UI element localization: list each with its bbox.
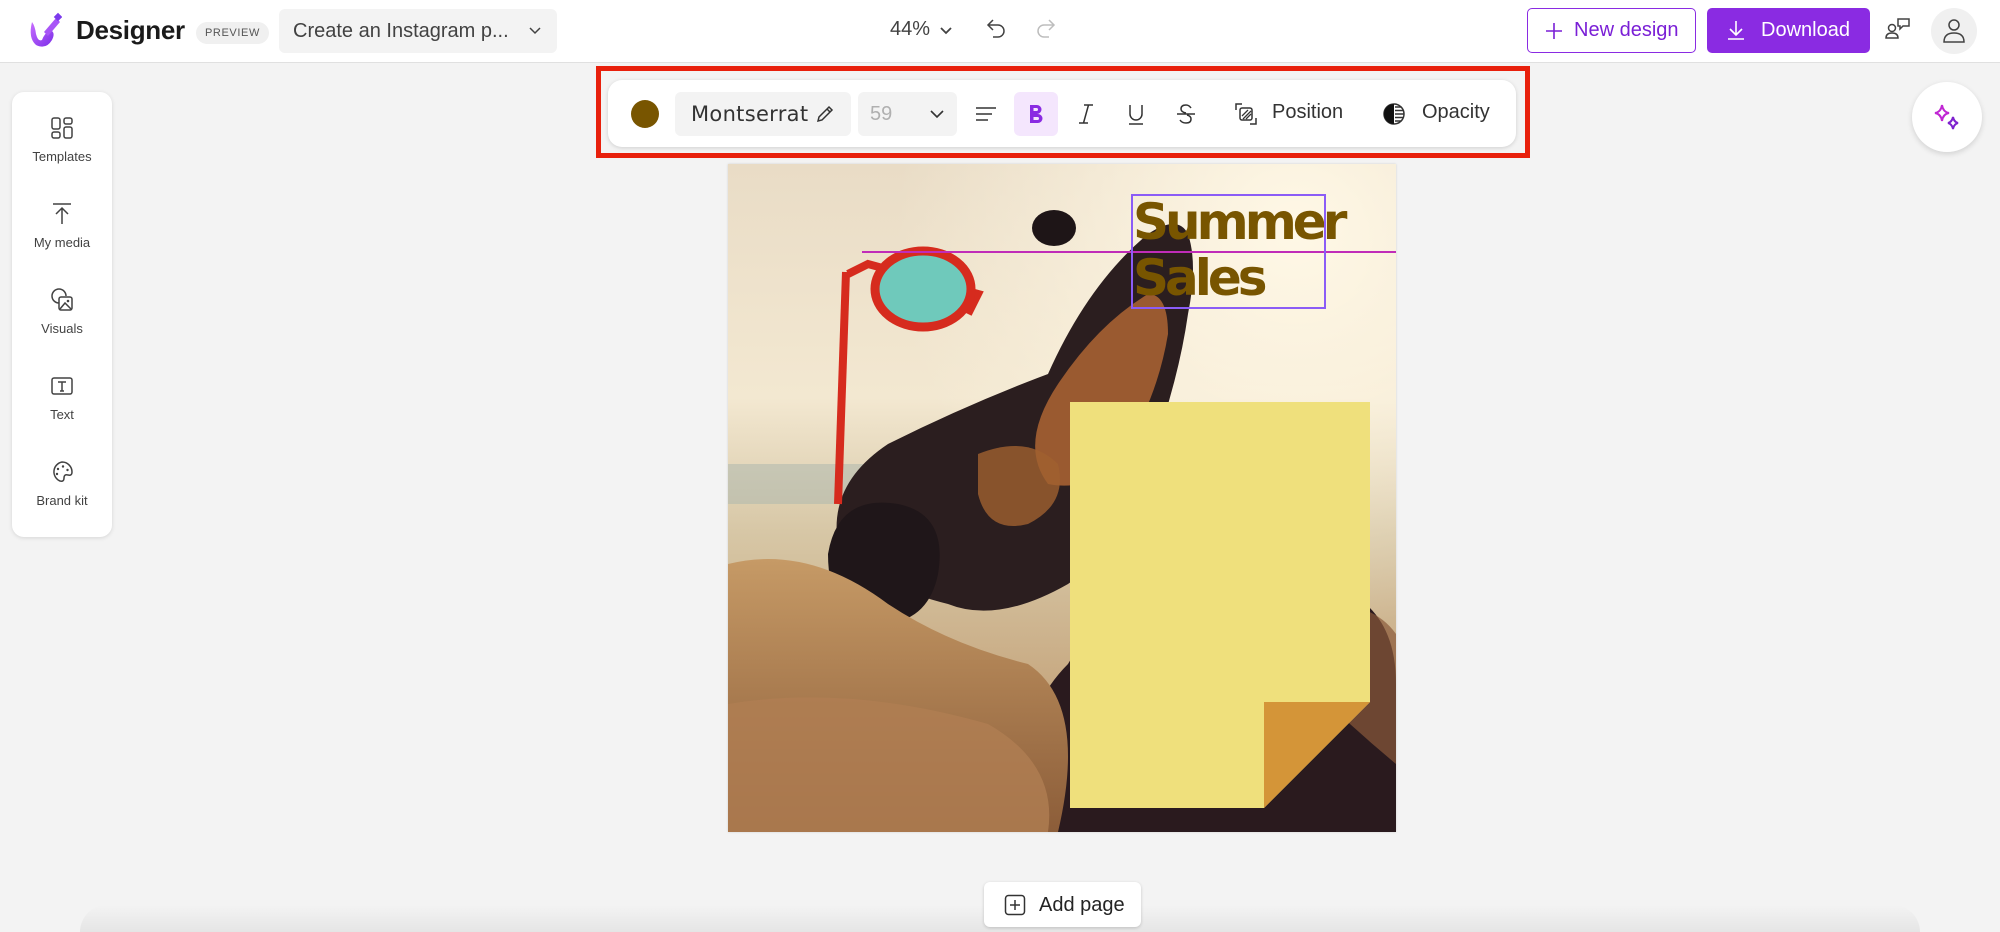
text-selection-box[interactable] xyxy=(1131,194,1326,309)
opacity-icon xyxy=(1383,103,1405,125)
user-icon xyxy=(1943,19,1965,43)
pencil-icon xyxy=(816,105,834,123)
copilot-button[interactable] xyxy=(1912,82,1982,152)
sidebar: Templates My media Visuals Text Brand ki… xyxy=(12,92,112,537)
font-size-value: 59 xyxy=(870,103,893,125)
sidebar-label: Text xyxy=(50,407,74,422)
add-page-button[interactable]: Add page xyxy=(984,882,1141,927)
position-icon-button[interactable] xyxy=(1224,92,1268,136)
chevron-down-icon xyxy=(529,27,541,35)
design-canvas[interactable]: Summer Sales xyxy=(728,164,1396,832)
sparkle-icon xyxy=(1934,104,1959,130)
visuals-icon xyxy=(51,288,73,311)
download-label: Download xyxy=(1761,19,1850,41)
download-icon xyxy=(1728,21,1744,40)
sidebar-label: My media xyxy=(33,235,91,250)
bold-icon xyxy=(1030,105,1043,123)
templates-icon xyxy=(51,117,73,139)
underline-icon xyxy=(1129,105,1143,125)
add-square-icon xyxy=(1004,894,1026,916)
sidebar-item-my-media[interactable]: My media xyxy=(12,202,112,272)
align-left-icon xyxy=(976,107,996,121)
download-button[interactable]: Download xyxy=(1707,8,1870,53)
new-design-button[interactable]: New design xyxy=(1527,8,1696,53)
share-people-icon[interactable] xyxy=(1884,16,1912,44)
position-button[interactable]: Position xyxy=(1272,101,1343,124)
sidebar-item-visuals[interactable]: Visuals xyxy=(12,288,112,358)
opacity-icon-button[interactable] xyxy=(1372,92,1416,136)
palette-icon xyxy=(53,461,73,482)
font-size-dropdown[interactable]: 59 xyxy=(858,92,957,136)
align-button[interactable] xyxy=(964,92,1008,136)
sidebar-item-templates[interactable]: Templates xyxy=(12,116,112,186)
sidebar-label: Templates xyxy=(32,149,92,164)
zoom-level[interactable]: 44% xyxy=(890,18,930,41)
sidebar-label: Visuals xyxy=(41,321,83,336)
italic-button[interactable] xyxy=(1064,92,1108,136)
zoom-chevron-down-icon[interactable] xyxy=(938,22,954,38)
underline-button[interactable] xyxy=(1114,92,1158,136)
sidebar-item-text[interactable]: Text xyxy=(12,374,112,444)
sidebar-label: Brand kit xyxy=(36,493,88,508)
upload-icon xyxy=(53,203,71,224)
strikethrough-button[interactable] xyxy=(1164,92,1208,136)
designer-logo-icon[interactable] xyxy=(26,12,62,50)
preview-badge: PREVIEW xyxy=(196,22,269,44)
bold-button[interactable] xyxy=(1014,92,1058,136)
font-family-selector[interactable]: Montserrat xyxy=(675,92,851,136)
text-icon xyxy=(51,377,73,395)
new-design-label: New design xyxy=(1574,19,1679,41)
app-header: Designer PREVIEW Create an Instagram p..… xyxy=(0,0,2000,63)
app-name: Designer xyxy=(76,15,185,45)
undo-icon[interactable] xyxy=(984,16,1008,40)
sidebar-item-brand-kit[interactable]: Brand kit xyxy=(12,460,112,530)
text-format-toolbar: Montserrat 59 Position Opacity xyxy=(608,80,1516,147)
chevron-down-icon xyxy=(930,110,944,119)
add-page-label: Add page xyxy=(1039,894,1125,916)
italic-icon xyxy=(1079,104,1093,124)
user-avatar[interactable] xyxy=(1931,8,1977,54)
plus-icon xyxy=(1546,23,1562,39)
redo-icon[interactable] xyxy=(1034,16,1058,40)
design-title-dropdown[interactable]: Create an Instagram p... xyxy=(279,9,557,53)
design-title: Create an Instagram p... xyxy=(293,20,509,42)
strikethrough-icon xyxy=(1177,104,1195,124)
font-name: Montserrat xyxy=(691,102,809,126)
opacity-button[interactable]: Opacity xyxy=(1422,101,1490,124)
text-color-swatch[interactable] xyxy=(631,100,659,128)
sticky-note-shape[interactable] xyxy=(1070,402,1370,808)
position-icon xyxy=(1235,103,1257,125)
